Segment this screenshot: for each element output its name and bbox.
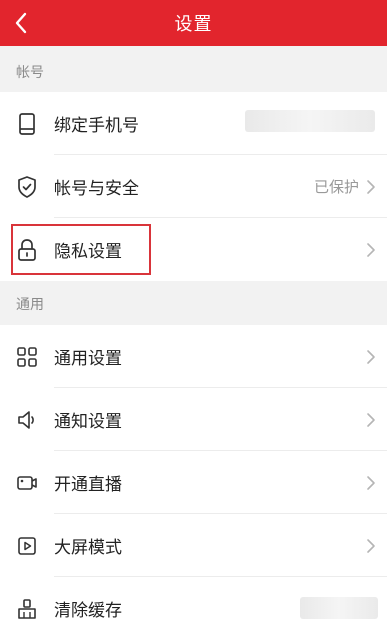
account-security-label: 帐号与安全 xyxy=(54,179,139,199)
clear-cache-row[interactable]: 清除缓存 xyxy=(0,577,387,640)
large-screen-mode-row[interactable]: 大屏模式 xyxy=(0,514,387,577)
chevron-right-icon xyxy=(365,538,377,554)
phone-icon xyxy=(15,112,39,136)
general-settings-label: 通用设置 xyxy=(54,349,122,369)
large-screen-mode-label: 大屏模式 xyxy=(54,538,122,558)
video-camera-icon xyxy=(15,471,39,495)
account-group: 绑定手机号 帐号与安全 已保护 隐私设置 xyxy=(0,92,387,281)
general-group: 通用设置 通知设置 开通直播 大屏模式 清除缓存 xyxy=(0,325,387,640)
account-security-row[interactable]: 帐号与安全 已保护 xyxy=(0,155,387,218)
start-live-row[interactable]: 开通直播 xyxy=(0,451,387,514)
chevron-right-icon xyxy=(365,179,377,195)
chevron-right-icon xyxy=(365,349,377,365)
section-label-account: 帐号 xyxy=(16,65,44,81)
clear-cache-label: 清除缓存 xyxy=(54,601,122,621)
page-title: 设置 xyxy=(174,14,213,35)
security-status: 已保护 xyxy=(313,178,359,196)
masked-cache-size xyxy=(300,597,378,619)
chevron-right-icon xyxy=(365,412,377,428)
chevron-right-icon xyxy=(365,242,377,258)
bind-phone-row[interactable]: 绑定手机号 xyxy=(0,92,387,155)
speaker-icon xyxy=(15,408,39,432)
title-bar: 设置 xyxy=(0,0,387,46)
chevron-right-icon xyxy=(365,475,377,491)
grid-icon xyxy=(15,345,39,369)
play-screen-icon xyxy=(15,534,39,558)
privacy-settings-label: 隐私设置 xyxy=(54,242,122,262)
notification-settings-row[interactable]: 通知设置 xyxy=(0,388,387,451)
broom-icon xyxy=(15,597,39,621)
bind-phone-label: 绑定手机号 xyxy=(54,116,139,136)
back-arrow-icon[interactable] xyxy=(10,11,32,35)
notification-settings-label: 通知设置 xyxy=(54,412,122,432)
masked-phone-number xyxy=(245,110,375,132)
privacy-settings-row[interactable]: 隐私设置 xyxy=(0,218,387,281)
lock-icon xyxy=(15,238,39,262)
start-live-label: 开通直播 xyxy=(54,475,122,495)
general-settings-row[interactable]: 通用设置 xyxy=(0,325,387,388)
shield-icon xyxy=(15,175,39,199)
section-label-general: 通用 xyxy=(16,297,44,313)
